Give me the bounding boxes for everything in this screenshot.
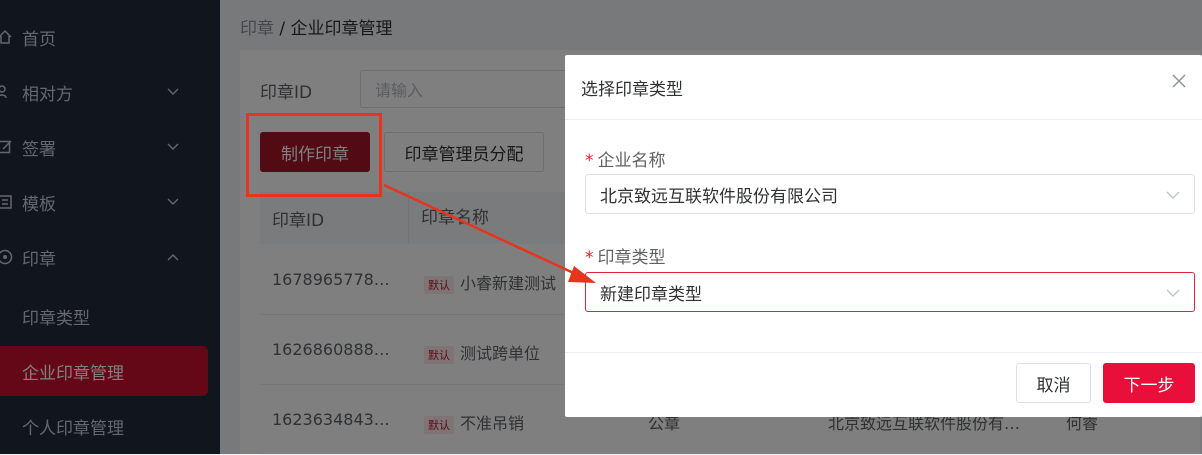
annotation-arrow-icon — [383, 183, 596, 283]
